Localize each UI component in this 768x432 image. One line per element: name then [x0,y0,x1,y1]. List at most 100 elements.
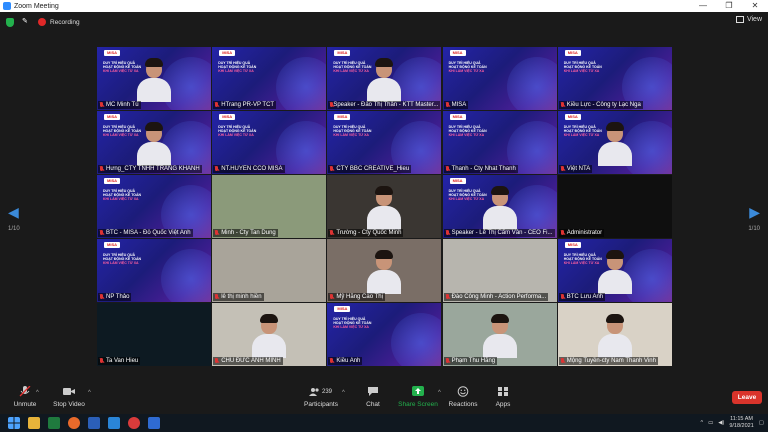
participant-name-label: Trường - Cty Quốc Minh [328,229,404,237]
leave-meeting-button[interactable]: Leave [732,391,762,404]
participant-tile[interactable]: Minh - Cty Tan Dung [212,175,327,238]
participant-tile[interactable]: Trường - Cty Quốc Minh [327,175,442,238]
chat-button[interactable]: Chat [348,386,398,408]
notifications-icon[interactable]: ▢ [759,420,764,426]
participant-tile[interactable]: Mộng Tuyền-cty Nam Thanh Vinh [557,303,672,366]
view-button[interactable]: View [735,16,762,23]
participant-tile[interactable]: Đào Công Minh - Action Performa... [442,239,557,302]
participant-name-label: Việt NTA [558,165,593,173]
misa-logo: MISA [334,306,351,312]
participant-tile[interactable]: lê thị minh hiền [212,239,327,302]
participant-tile[interactable]: MISA DUY TRÌ HIỆU QUẢ HOẠT ĐỘNG KẾ TOÁN KHI… [97,239,211,302]
participant-name: Kiều Anh [336,358,361,364]
encryption-shield-icon[interactable] [6,17,14,27]
meeting-topbar: ✎ Recording View [0,12,768,32]
participant-tile[interactable]: MISA DUY TRÌ HIỆU QUẢ HOẠT ĐỘNG KẾ TOÁN KHI… [97,111,211,174]
zoom-app-icon [3,2,11,10]
stop-video-label: Stop Video [53,401,85,408]
muted-mic-icon [214,102,219,108]
next-page-arrow-icon[interactable]: ▶ [749,204,760,221]
participants-chevron-up-icon[interactable]: ^ [342,390,345,396]
participant-tile[interactable]: Phạm Thu Hằng [442,303,557,366]
participants-button[interactable]: 239 Participants [296,386,346,408]
participant-tile[interactable]: Mỹ Hằng Cao Thị [327,239,442,302]
participant-name: NP Thảo [106,294,130,300]
banner-slogan: DUY TRÌ HIỆU QUẢ HOẠT ĐỘNG KẾ TOÁN KHI LÀM… [103,189,143,202]
participant-tile[interactable]: MISA DUY TRÌ HIỆU QUẢ HOẠT ĐỘNG KẾ TOÁN KHI… [97,175,211,238]
participant-name-label: Speaker - Lê Thị Cẩm Vân - CEO Fi... [443,229,555,237]
app-icon[interactable] [108,417,120,429]
misa-logo: MISA [334,50,351,56]
word-icon[interactable] [88,417,100,429]
file-explorer-icon[interactable] [28,417,40,429]
unmute-button[interactable]: Unmute [0,386,50,408]
page-indicator-right: 1/10 [748,226,760,232]
muted-mic-icon [560,358,565,364]
audio-options-chevron-up-icon[interactable]: ^ [36,390,39,396]
zoom-taskbar-icon[interactable] [148,417,160,429]
participant-name: MISA [451,102,467,108]
participant-tile[interactable]: CHU ĐỨC ANH MINH [212,303,327,366]
misa-logo: MISA [564,114,581,120]
participant-tile[interactable]: MISA DUY TRÌ HIỆU QUẢ HOẠT ĐỘNG KẾ TOÁN KHI… [557,239,672,302]
muted-mic-icon [99,358,104,364]
participant-tile[interactable]: MISA DUY TRÌ HIỆU QUẢ HOẠT ĐỘNG KẾ TOÁN KHI… [97,47,211,110]
participant-name-label: MC Minh Tú [98,101,141,109]
participant-tile[interactable]: MISA DUY TRÌ HIỆU QUẢ HOẠT ĐỘNG KẾ TOÁN KHI… [327,303,442,366]
misa-logo: MISA [564,242,581,248]
participants-icon [309,387,319,396]
misa-logo: MISA [449,114,466,120]
participant-name-label: Mộng Tuyền-cty Nam Thanh Vinh [558,357,658,365]
misa-logo: MISA [564,50,581,56]
muted-mic-icon [214,166,219,172]
network-icon[interactable]: ▭ [708,420,713,426]
tray-chevron-up-icon[interactable]: ^ [700,420,703,426]
muted-mic-icon: ✎ [22,18,28,25]
muted-mic-icon [445,230,450,236]
muted-mic-icon [445,294,450,300]
video-options-chevron-up-icon[interactable]: ^ [88,390,91,396]
participant-name: Ta Van Hieu [106,358,139,364]
firefox-icon[interactable] [68,417,80,429]
muted-mic-icon [560,102,565,108]
previous-page-arrow-icon[interactable]: ◀ [8,204,19,221]
participants-count: 239 [322,388,333,395]
participant-tile[interactable]: MISA DUY TRÌ HIỆU QUẢ HOẠT ĐỘNG KẾ TOÁN KHI… [442,111,557,174]
participant-tile[interactable]: MISA DUY TRÌ HIỆU QUẢ HOẠT ĐỘNG KẾ TOÁN KHI… [442,47,557,110]
clock-time: 11:15 AM [730,416,753,422]
participant-video [597,122,632,166]
banner-slogan: DUY TRÌ HIỆU QUẢ HOẠT ĐỘNG KẾ TOÁN KHI LÀM… [218,61,258,74]
participant-tile[interactable]: MISA DUY TRÌ HIỆU QUẢ HOẠT ĐỘNG KẾ TOÁN KHI… [212,111,327,174]
stop-video-button[interactable]: Stop Video [44,386,94,408]
banner-slogan-line: KHI LÀM VIỆC TỪ XA [448,69,485,74]
muted-mic-icon [329,358,334,364]
recording-icon[interactable] [38,18,46,26]
participant-tile[interactable]: Ta Van Hieu [97,303,211,366]
muted-mic-icon [99,230,104,236]
close-button[interactable]: ✕ [742,0,768,12]
participant-tile[interactable]: MISA DUY TRÌ HIỆU QUẢ HOẠT ĐỘNG KẾ TOÁN KHI… [327,47,442,110]
banner-slogan: DUY TRÌ HIỆU QUẢ HOẠT ĐỘNG KẾ TOÁN KHI LÀM… [449,61,489,74]
maximize-button[interactable]: ❐ [716,0,742,12]
excel-icon[interactable] [48,417,60,429]
share-screen-button[interactable]: Share Screen [393,386,443,408]
participant-tile[interactable]: MISA DUY TRÌ HIỆU QUẢ HOẠT ĐỘNG KẾ TOÁN KHI… [442,175,557,238]
minimize-button[interactable]: — [690,0,716,12]
taskbar-clock[interactable]: 11:15 AM 9/18/2021 [729,416,753,430]
participant-video [482,186,517,230]
volume-icon[interactable]: ◀) [718,420,724,426]
banner-slogan: DUY TRÌ HIỆU QUẢ HOẠT ĐỘNG KẾ TOÁN KHI LÀM… [333,317,373,330]
muted-mic-icon [329,294,334,300]
apps-button[interactable]: Apps [478,386,528,408]
windows-start-icon[interactable] [8,417,20,429]
participant-name: Việt NTA [566,166,591,172]
participant-tile[interactable]: Administrator [557,175,672,238]
participant-tile[interactable]: MISA DUY TRÌ HIỆU QUẢ HOẠT ĐỘNG KẾ TOÁN KHI… [557,111,672,174]
chrome-icon[interactable] [128,417,140,429]
participant-name-label: Đào Công Minh - Action Performa... [443,293,549,301]
participant-tile[interactable]: MISA DUY TRÌ HIỆU QUẢ HOẠT ĐỘNG KẾ TOÁN KHI… [212,47,327,110]
participant-tile[interactable]: MISA DUY TRÌ HIỆU QUẢ HOẠT ĐỘNG KẾ TOÁN KHI… [327,111,442,174]
muted-mic-icon [560,294,565,300]
participant-name-label: BTC - MISA - Đỗ Quốc Việt Anh [98,229,193,237]
participant-tile[interactable]: MISA DUY TRÌ HIỆU QUẢ HOẠT ĐỘNG KẾ TOÁN KHI… [557,47,672,110]
